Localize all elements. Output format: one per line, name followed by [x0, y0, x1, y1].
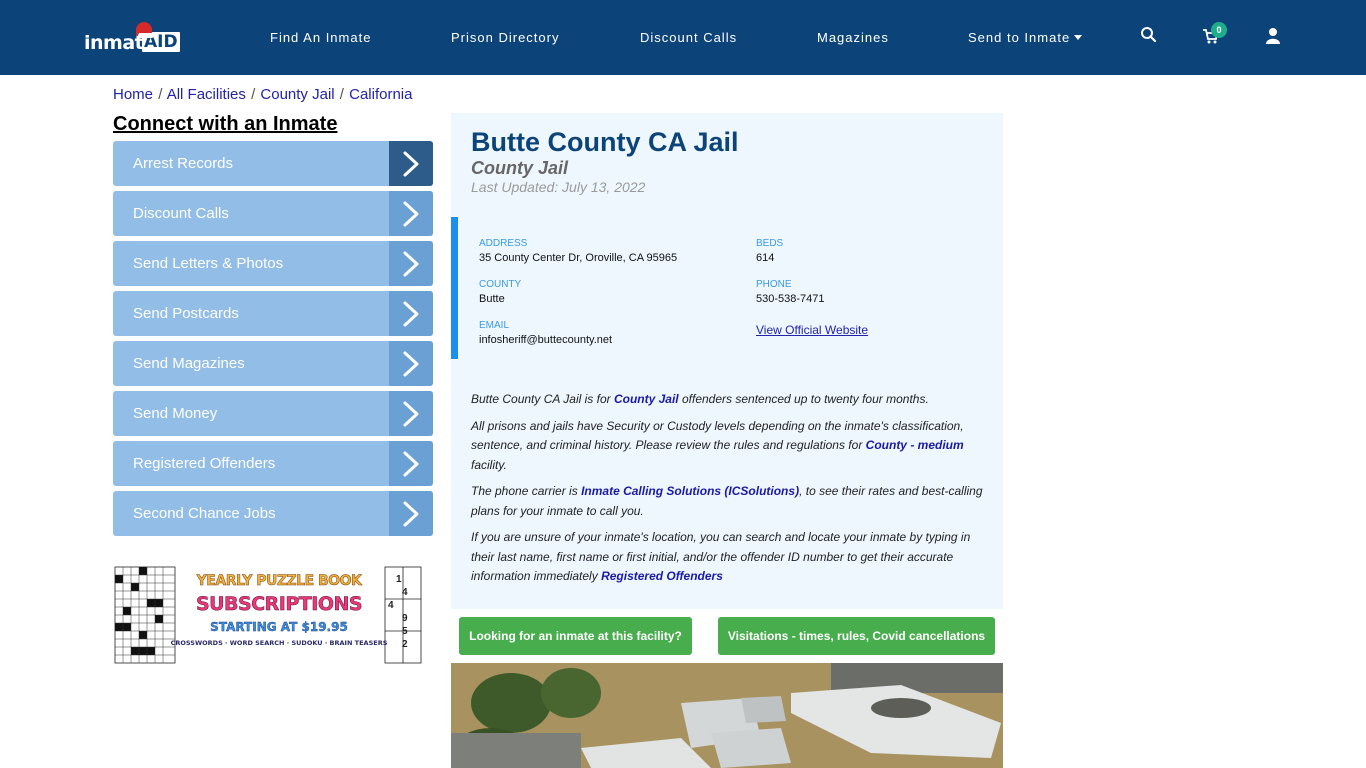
- county-value: Butte: [479, 293, 505, 305]
- facility-aerial-photo: [451, 663, 1003, 768]
- sudoku-digit: 9: [402, 613, 408, 624]
- chevron-right-icon: [389, 341, 433, 386]
- chevron-right-icon: [389, 441, 433, 486]
- sudoku-digits: 1 4 4 9 5 2: [388, 573, 408, 651]
- sudoku-digit: 5: [402, 626, 408, 637]
- connect-with-inmate-heading: Connect with an Inmate: [113, 113, 338, 135]
- sidebar-item-send-money[interactable]: Send Money: [113, 391, 433, 436]
- last-updated: Last Updated: July 13, 2022: [471, 179, 646, 195]
- phone-value: 530-538-7471: [756, 293, 825, 305]
- sudoku-digit: 4: [388, 600, 394, 611]
- sidebar-item-discount-calls[interactable]: Discount Calls: [113, 191, 433, 236]
- inmateaid-logo[interactable]: inmate AID: [84, 22, 184, 58]
- email-field: EMAIL infosheriff@buttecounty.net: [479, 319, 612, 348]
- website-field: View Official Website: [756, 321, 868, 339]
- search-icon[interactable]: [1140, 26, 1160, 46]
- breadcrumb: Home / All Facilities / County Jail / Ca…: [113, 86, 413, 103]
- sidebar-item-label: Send Postcards: [133, 305, 239, 322]
- phone-label: PHONE: [756, 279, 792, 290]
- puzzle-book-ad-banner[interactable]: 1 4 4 9 5 2 YEARLY PUZZLE BOOK SUBSCRIPT…: [113, 565, 423, 665]
- county-label: COUNTY: [479, 279, 522, 290]
- nav-discount-calls[interactable]: Discount Calls: [640, 30, 737, 45]
- county-field: COUNTY Butte: [479, 278, 521, 307]
- sidebar-item-label: Registered Offenders: [133, 455, 276, 472]
- address-label: ADDRESS: [479, 238, 528, 249]
- description-text: offenders sentenced up to twenty four mo…: [678, 392, 929, 406]
- nav-send-to-inmate[interactable]: Send to Inmate: [968, 30, 1083, 45]
- aerial-photo-graphic: [451, 663, 1003, 768]
- facility-card: Butte County CA Jail County Jail Last Up…: [451, 113, 1003, 609]
- breadcrumb-home[interactable]: Home: [113, 86, 153, 103]
- county-medium-link[interactable]: County - medium: [866, 438, 964, 452]
- county-jail-link[interactable]: County Jail: [614, 392, 679, 406]
- ad-price: STARTING AT $19.95: [210, 620, 348, 634]
- facility-info-box: ADDRESS 35 County Center Dr, Oroville, C…: [451, 217, 1003, 359]
- sidebar-item-send-magazines[interactable]: Send Magazines: [113, 341, 433, 386]
- sidebar-item-label: Second Chance Jobs: [133, 505, 276, 522]
- view-official-website-link[interactable]: View Official Website: [756, 323, 868, 337]
- cart-count-badge: 0: [1211, 22, 1227, 38]
- email-value: infosheriff@buttecounty.net: [479, 334, 613, 346]
- facility-type: County Jail: [471, 158, 569, 178]
- sidebar-item-label: Send Letters & Photos: [133, 255, 284, 272]
- email-label: EMAIL: [479, 320, 510, 331]
- description-paragraph: If you are unsure of your inmate's locat…: [471, 528, 986, 587]
- description-paragraph: All prisons and jails have Security or C…: [471, 417, 986, 476]
- facility-description: Butte County CA Jail is for County Jail …: [471, 390, 986, 594]
- nav-prison-directory[interactable]: Prison Directory: [451, 30, 559, 45]
- nav-find-an-inmate[interactable]: Find An Inmate: [270, 30, 371, 45]
- sidebar-item-arrest-records[interactable]: Arrest Records: [113, 141, 433, 186]
- beds-value: 614: [756, 252, 775, 264]
- chevron-right-icon: [389, 291, 433, 336]
- nav-magazines[interactable]: Magazines: [817, 30, 889, 45]
- breadcrumb-california[interactable]: California: [349, 86, 412, 103]
- facility-name: Butte County CA Jail: [471, 127, 739, 157]
- sidebar-item-label: Arrest Records: [133, 155, 234, 172]
- chevron-right-icon: [389, 141, 433, 186]
- beds-label: BEDS: [756, 238, 784, 249]
- description-text: The phone carrier is: [471, 484, 582, 498]
- sudoku-digit: 4: [402, 587, 408, 598]
- sidebar-item-label: Send Magazines: [133, 355, 245, 372]
- description-text: facility.: [471, 457, 507, 472]
- sidebar-item-registered-offenders[interactable]: Registered Offenders: [113, 441, 433, 486]
- breadcrumb-separator: /: [339, 86, 344, 103]
- icsolutions-link[interactable]: Inmate Calling Solutions (ICSolutions): [581, 484, 799, 498]
- caret-down-icon: [1074, 35, 1083, 41]
- santa-hat-band: [138, 33, 154, 38]
- visitations-button[interactable]: Visitations - times, rules, Covid cancel…: [718, 617, 995, 655]
- user-icon[interactable]: [1265, 27, 1285, 47]
- chevron-right-icon: [389, 241, 433, 286]
- registered-offenders-link[interactable]: Registered Offenders: [601, 569, 723, 583]
- chevron-right-icon: [389, 391, 433, 436]
- sidebar-item-send-letters-photos[interactable]: Send Letters & Photos: [113, 241, 433, 286]
- description-paragraph: Butte County CA Jail is for County Jail …: [471, 390, 986, 410]
- sidebar-item-label: Discount Calls: [133, 205, 229, 222]
- chevron-right-icon: [389, 191, 433, 236]
- address-value: 35 County Center Dr, Oroville, CA 95965: [479, 252, 678, 264]
- ad-subheadline: SUBSCRIPTIONS: [195, 593, 363, 616]
- sidebar-item-send-postcards[interactable]: Send Postcards: [113, 291, 433, 336]
- ad-categories: CROSSWORDS · WORD SEARCH · SUDOKU · BRAI…: [170, 639, 388, 647]
- breadcrumb-all-facilities[interactable]: All Facilities: [167, 86, 246, 103]
- find-inmate-at-facility-button[interactable]: Looking for an inmate at this facility?: [459, 617, 692, 655]
- ad-headline: YEARLY PUZZLE BOOK: [196, 573, 362, 590]
- breadcrumb-separator: /: [251, 86, 256, 103]
- beds-field: BEDS 614: [756, 237, 783, 266]
- sidebar-item-label: Send Money: [133, 405, 218, 422]
- breadcrumb-separator: /: [158, 86, 163, 103]
- sidebar-item-second-chance-jobs[interactable]: Second Chance Jobs: [113, 491, 433, 536]
- nav-send-to-inmate-label: Send to Inmate: [968, 30, 1071, 45]
- phone-field: PHONE 530-538-7471: [756, 278, 825, 307]
- sudoku-digit: 2: [402, 639, 408, 650]
- sudoku-digit: 1: [396, 574, 402, 585]
- chevron-right-icon: [389, 491, 433, 536]
- sidebar-menu: Arrest Records Discount Calls Send Lette…: [113, 141, 433, 541]
- address-field: ADDRESS 35 County Center Dr, Oroville, C…: [479, 237, 677, 266]
- top-navigation-bar: inmate AID Find An Inmate Prison Directo…: [0, 0, 1366, 75]
- breadcrumb-county-jail[interactable]: County Jail: [260, 86, 334, 103]
- description-text: Butte County CA Jail is for: [471, 392, 614, 406]
- description-paragraph: The phone carrier is Inmate Calling Solu…: [471, 482, 986, 521]
